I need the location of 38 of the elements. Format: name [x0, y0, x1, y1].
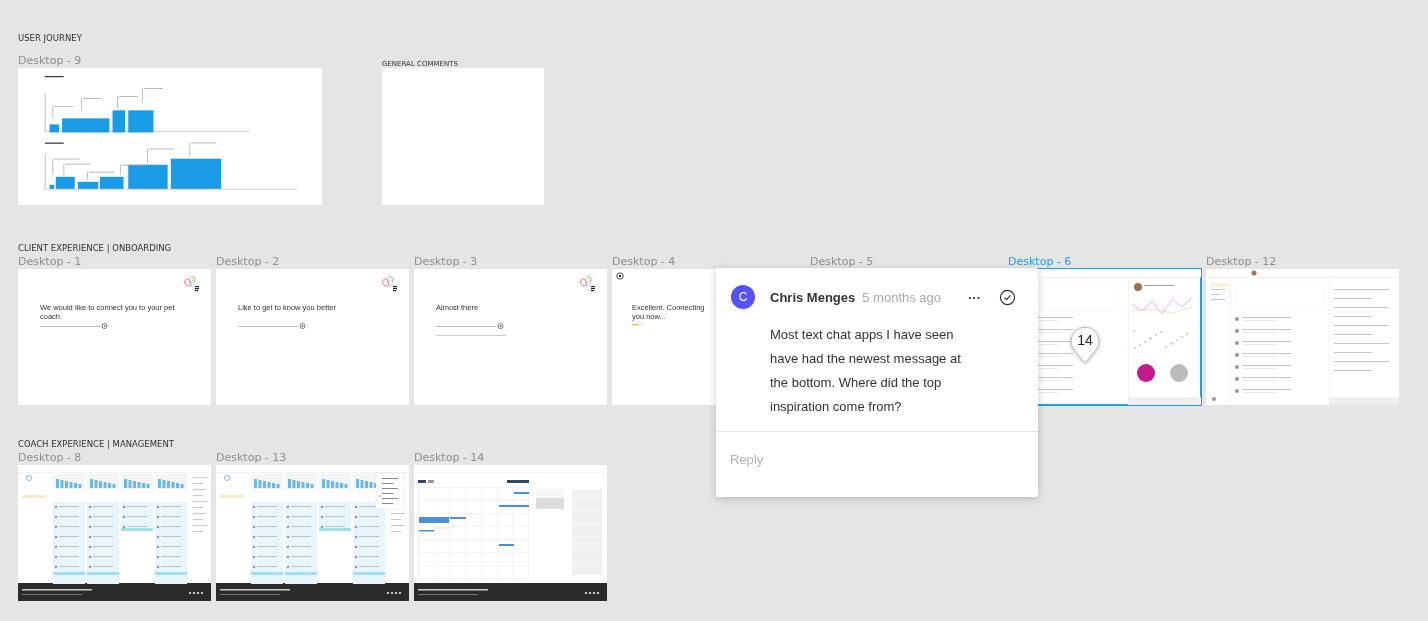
frame-label[interactable]: Desktop - 6 — [1008, 255, 1072, 268]
frame-label[interactable]: Desktop - 12 — [1206, 255, 1277, 268]
frame-label[interactable]: Desktop - 4 — [612, 255, 676, 268]
chart-bar — [128, 110, 154, 133]
resolve-check-icon[interactable] — [999, 288, 1016, 306]
frame-label[interactable]: Desktop - 13 — [216, 451, 287, 464]
input-line-drawing[interactable] — [238, 322, 306, 330]
section-title: USER JOURNEY — [18, 33, 82, 44]
input-line-drawing[interactable] — [40, 322, 108, 330]
frame-label[interactable]: Desktop - 1 — [18, 255, 82, 268]
leader-line — [142, 88, 163, 103]
chart-bar — [49, 124, 59, 133]
frame-label[interactable]: Desktop - 2 — [216, 255, 280, 268]
reply-field[interactable]: Reply — [730, 452, 1010, 467]
chart-bar — [170, 158, 222, 189]
section-title: COACH EXPERIENCE | MANAGEMENT — [18, 439, 174, 450]
comment-pin[interactable]: 14 — [1069, 324, 1101, 364]
frame-label[interactable]: Desktop - 8 — [18, 451, 82, 464]
section-title: CLIENT EXPERIENCE | ONBOARDING — [18, 243, 172, 254]
logo-icon — [181, 274, 201, 294]
frame-background[interactable] — [18, 68, 322, 205]
chart-bar — [128, 164, 168, 189]
chart-title-line — [44, 142, 64, 144]
chart-bar — [62, 118, 110, 133]
frame-label[interactable]: Desktop - 5 — [810, 255, 874, 268]
avatar: C — [731, 285, 755, 309]
leader-line — [120, 164, 148, 175]
more-button[interactable]: ··· — [968, 289, 981, 305]
chart-bar — [112, 110, 126, 133]
frame-label[interactable]: Desktop - 3 — [414, 255, 478, 268]
logo-icon — [577, 274, 597, 294]
leader-line — [117, 96, 138, 109]
frame-label[interactable]: Desktop - 9 — [18, 54, 82, 67]
logo-icon — [379, 274, 399, 294]
chart-title-line — [44, 76, 64, 78]
frame-label[interactable]: Desktop - 14 — [414, 451, 485, 464]
comment-time: 5 months ago — [862, 289, 943, 305]
input-line-drawing[interactable] — [436, 322, 504, 330]
